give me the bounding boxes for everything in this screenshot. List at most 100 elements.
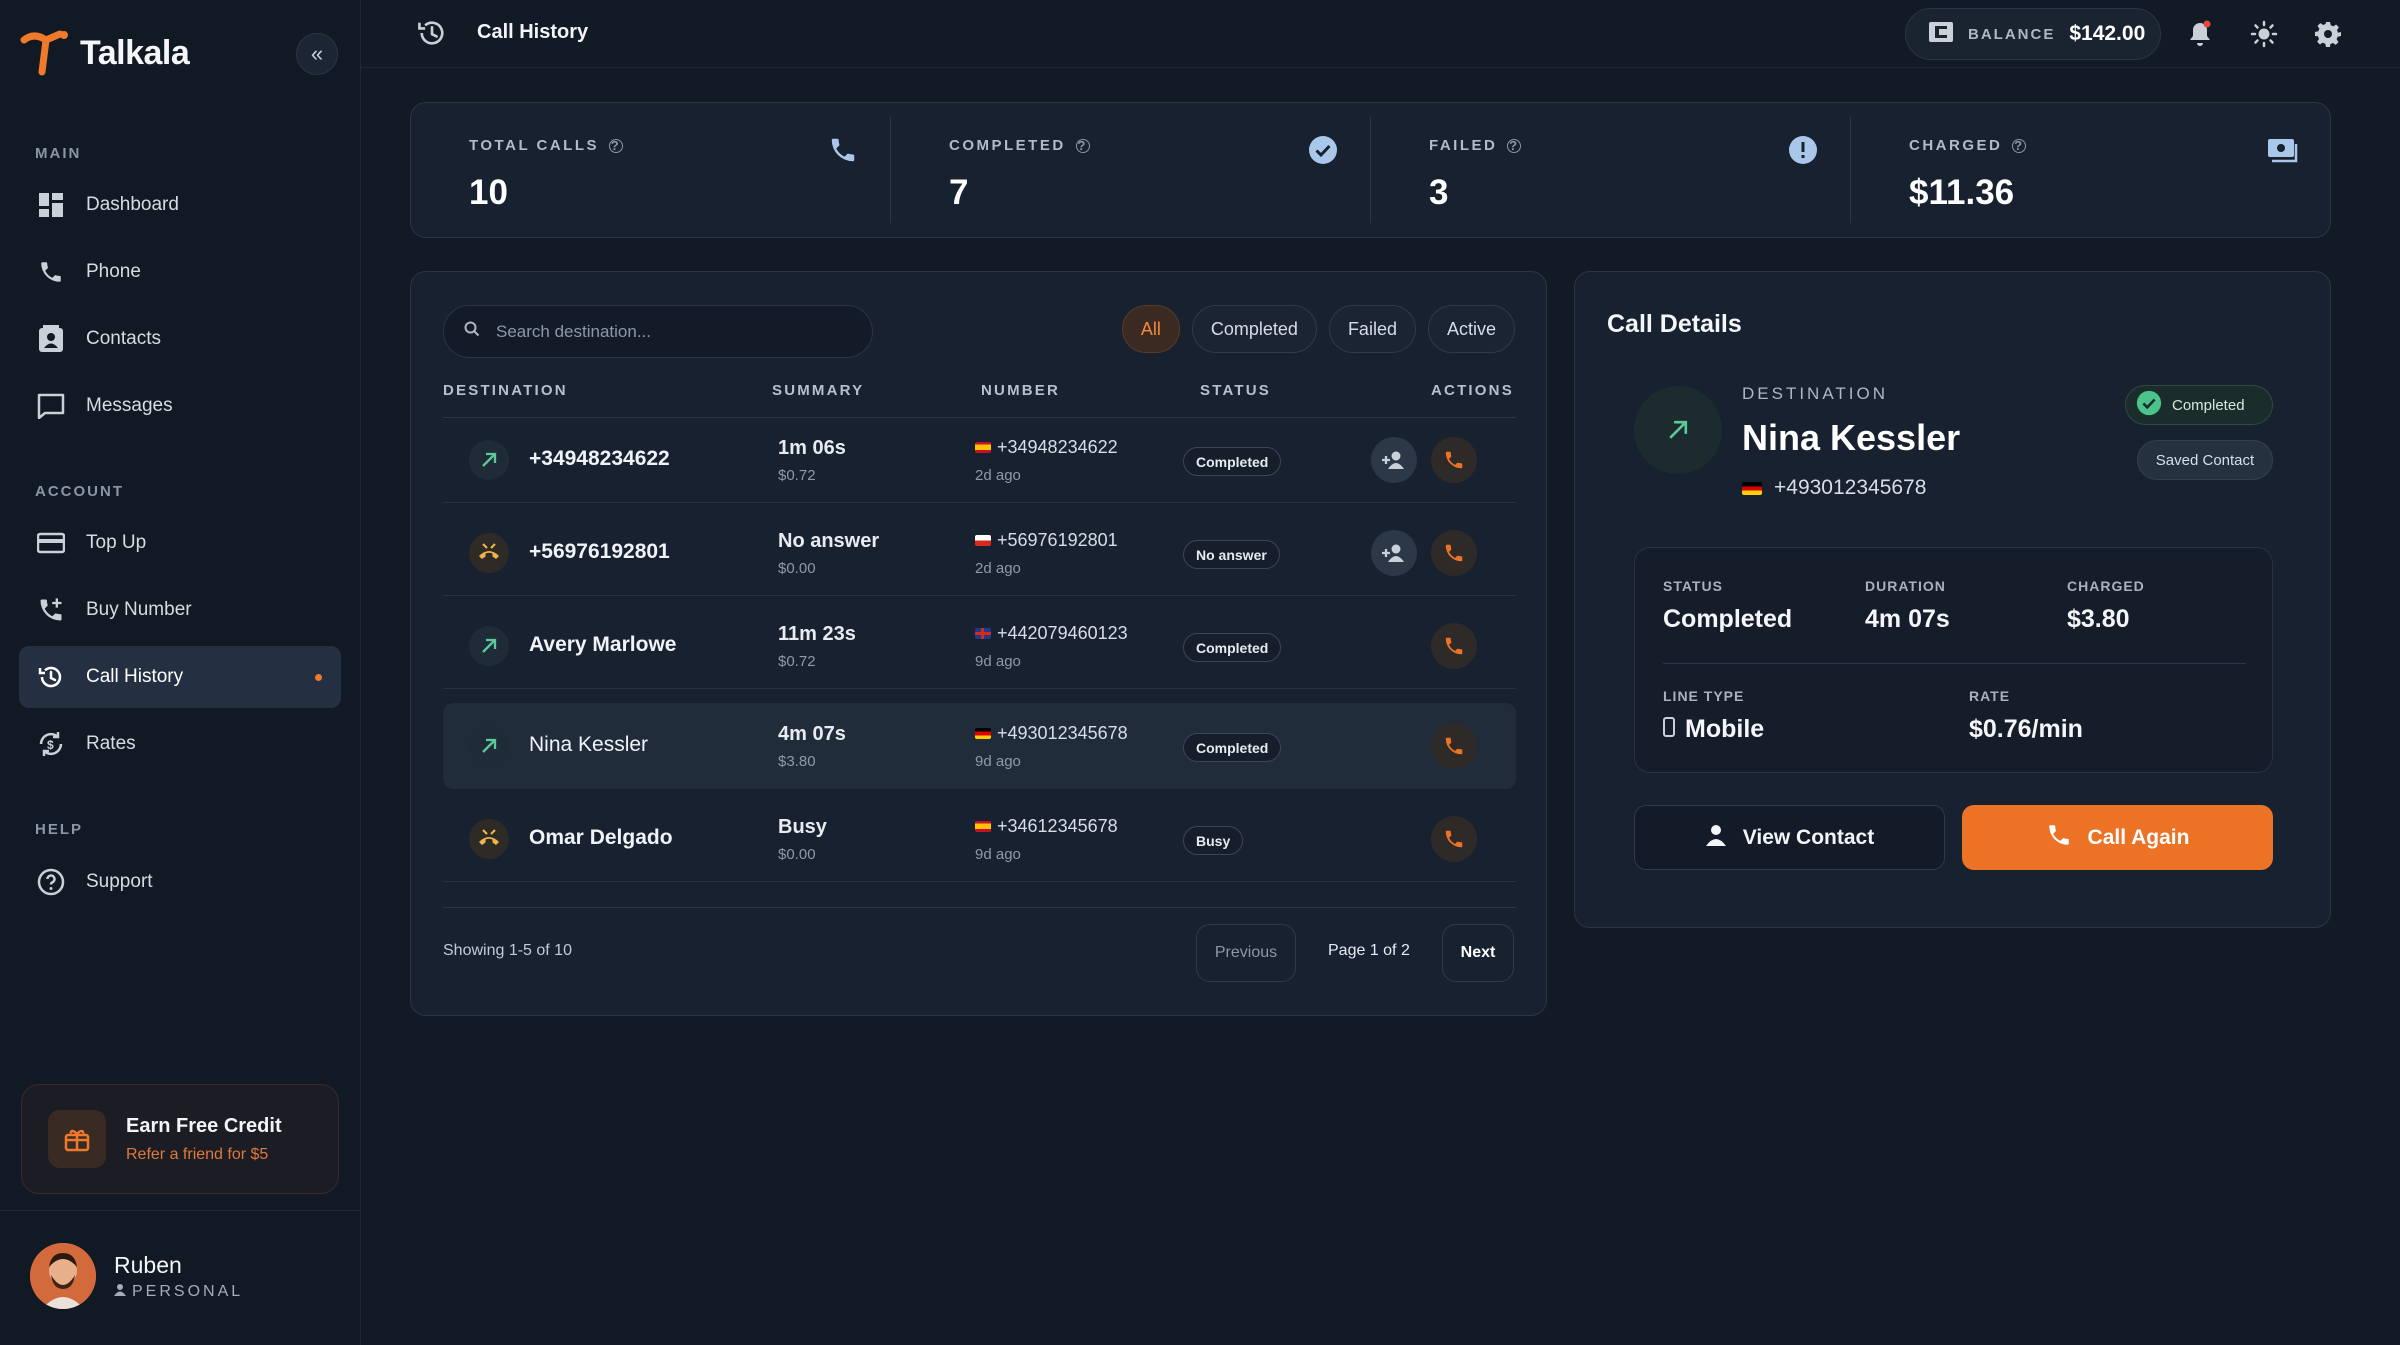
contacts-icon — [36, 324, 66, 354]
balance-value: $142.00 — [2069, 22, 2146, 45]
call-again-button[interactable]: Call Again — [1962, 805, 2273, 870]
destination-label: DESTINATION — [1742, 384, 1889, 403]
sidebar-item-contacts[interactable]: Contacts — [19, 308, 341, 370]
flag-cl-icon — [975, 535, 991, 546]
card-icon — [36, 528, 66, 558]
bell-icon — [2190, 20, 2211, 46]
add-contact-button[interactable] — [1371, 437, 1417, 483]
call-button[interactable] — [1431, 723, 1477, 769]
row-cost: $0.00 — [778, 560, 816, 577]
sidebar-item-messages[interactable]: Messages — [19, 375, 341, 437]
stat-label: TOTAL CALLS? — [469, 137, 623, 154]
filter-active[interactable]: Active — [1427, 305, 1515, 353]
call-button[interactable] — [1431, 816, 1477, 862]
user-plan-label: PERSONAL — [132, 1282, 244, 1300]
row-destination: Omar Delgado — [529, 826, 673, 849]
table-row[interactable]: +56976192801 No answer $0.00 +5697619280… — [443, 510, 1516, 596]
support-icon — [36, 867, 66, 897]
outgoing-call-icon — [469, 726, 509, 766]
table-row[interactable]: Omar Delgado Busy $0.00 +34612345678 9d … — [443, 796, 1516, 882]
balance-pill[interactable]: BALANCE $142.00 — [1905, 8, 2161, 60]
row-time: 2d ago — [975, 560, 1021, 577]
line-type-value: Mobile — [1663, 715, 1764, 744]
user-profile[interactable]: Ruben PERSONAL — [30, 1243, 243, 1309]
dashboard-icon — [36, 190, 66, 220]
call-button[interactable] — [1431, 530, 1477, 576]
user-icon — [1705, 824, 1727, 852]
sidebar-item-dashboard[interactable]: Dashboard — [19, 174, 341, 236]
check-circle-icon — [2136, 390, 2162, 420]
info-icon[interactable]: ? — [2012, 138, 2027, 153]
notifications-button[interactable] — [2184, 18, 2216, 50]
view-contact-button[interactable]: View Contact — [1634, 805, 1945, 870]
filter-completed[interactable]: Completed — [1191, 305, 1317, 353]
brand-name: Talkala — [80, 33, 190, 72]
phone-icon — [1445, 830, 1463, 848]
call-button[interactable] — [1431, 437, 1477, 483]
row-destination: Avery Marlowe — [529, 633, 677, 656]
table-row[interactable]: +34948234622 1m 06s $0.72 +34948234622 2… — [443, 417, 1516, 503]
column-header-summary: SUMMARY — [772, 382, 865, 399]
earn-credit-promo[interactable]: Earn Free Credit Refer a friend for $5 — [21, 1084, 339, 1194]
flag-de-icon — [975, 728, 991, 739]
stat-value: 10 — [469, 173, 508, 212]
search-input[interactable] — [496, 321, 856, 342]
duration-value: 4m 07s — [1865, 605, 1950, 633]
filter-all[interactable]: All — [1121, 305, 1180, 353]
status-value: Completed — [1663, 605, 1793, 633]
sidebar-item-label: Phone — [86, 261, 141, 282]
brand-logo[interactable]: Talkala — [20, 30, 190, 76]
column-header-status: STATUS — [1200, 382, 1271, 399]
table-row-selected[interactable]: Nina Kessler 4m 07s $3.80 +493012345678 … — [443, 703, 1516, 789]
sidebar-item-buy-number[interactable]: Buy Number — [19, 579, 341, 641]
promo-subtitle: Refer a friend for $5 — [126, 1145, 269, 1163]
status-badge: Completed — [1183, 633, 1282, 662]
row-destination: +34948234622 — [529, 447, 670, 470]
row-number: +442079460123 — [975, 623, 1128, 644]
sidebar-item-label: Support — [86, 871, 153, 892]
row-cost: $3.80 — [778, 753, 816, 770]
stat-label-text: FAILED — [1429, 137, 1498, 154]
phone-icon — [1445, 544, 1463, 562]
call-button[interactable] — [1431, 623, 1477, 669]
collapse-sidebar-button[interactable]: « — [296, 33, 338, 75]
stat-label: CHARGED? — [1909, 137, 2027, 154]
settings-button[interactable] — [2312, 18, 2344, 50]
sidebar-item-label: Messages — [86, 395, 173, 416]
info-icon[interactable]: ? — [609, 138, 623, 153]
row-number-text: +56976192801 — [997, 530, 1118, 550]
sidebar-item-call-history[interactable]: Call History — [19, 646, 341, 708]
sidebar-item-support[interactable]: Support — [19, 851, 341, 913]
gear-icon — [2315, 22, 2341, 47]
sidebar-item-rates[interactable]: $ Rates — [19, 713, 341, 775]
sidebar-item-phone[interactable]: Phone — [19, 241, 341, 303]
charged-value: $3.80 — [2067, 605, 2130, 633]
filter-failed[interactable]: Failed — [1328, 305, 1416, 353]
stat-total-calls: TOTAL CALLS? 10 — [411, 117, 891, 223]
sidebar-item-top-up[interactable]: Top Up — [19, 512, 341, 574]
history-icon — [36, 662, 66, 692]
info-divider — [1663, 663, 2246, 664]
sidebar-item-label: Rates — [86, 733, 136, 754]
outgoing-call-icon — [469, 626, 509, 666]
page-indicator: Page 1 of 2 — [1328, 942, 1410, 959]
status-badge: Completed — [1183, 733, 1282, 762]
stat-value: $11.36 — [1909, 173, 2015, 212]
table-row[interactable]: Avery Marlowe 11m 23s $0.72 +44207946012… — [443, 603, 1516, 689]
user-plan: PERSONAL — [114, 1283, 243, 1301]
theme-toggle-button[interactable] — [2248, 18, 2280, 50]
add-contact-button[interactable] — [1371, 530, 1417, 576]
next-page-button[interactable]: Next — [1442, 924, 1514, 982]
previous-page-button[interactable]: Previous — [1196, 924, 1296, 982]
row-number: +34948234622 — [975, 437, 1118, 458]
messages-icon — [36, 391, 66, 421]
info-icon[interactable]: ? — [1075, 138, 1090, 153]
outgoing-call-icon — [1634, 386, 1722, 474]
info-icon[interactable]: ? — [1507, 138, 1522, 153]
add-user-icon — [1382, 451, 1404, 469]
search-box[interactable] — [443, 305, 873, 358]
column-header-destination: DESTINATION — [443, 382, 568, 399]
stat-label-text: CHARGED — [1909, 137, 2003, 154]
check-circle-icon — [1304, 131, 1342, 169]
contact-name: Nina Kessler — [1742, 417, 1961, 458]
